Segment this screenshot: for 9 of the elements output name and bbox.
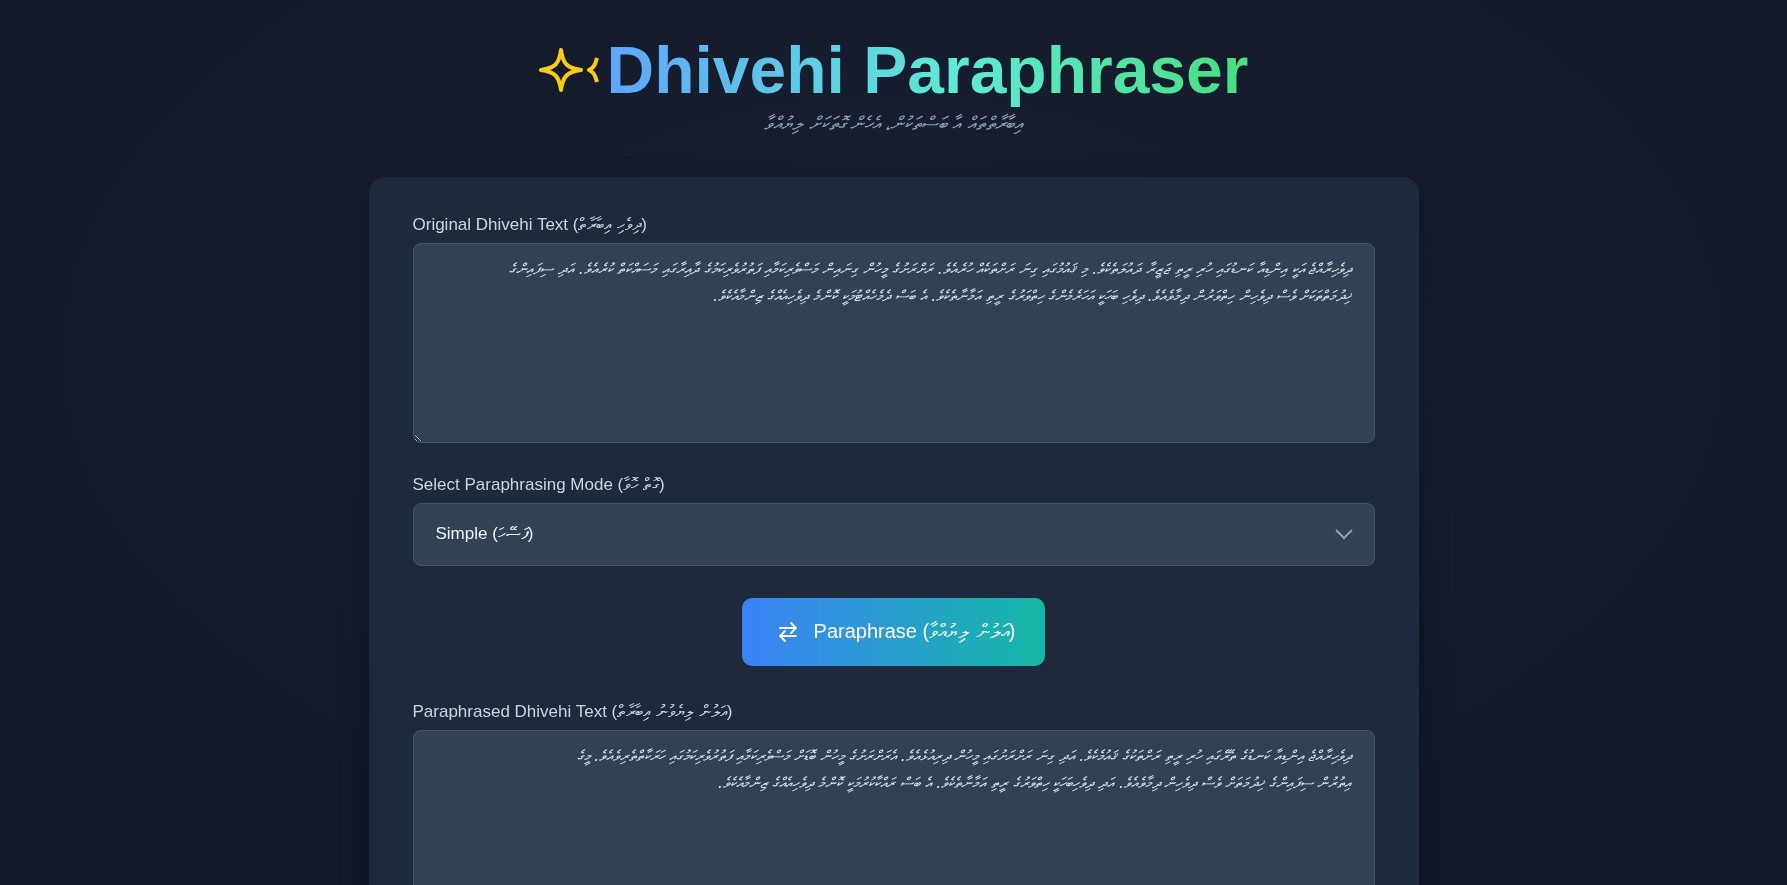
- input-label: Original Dhivehi Text (ދިވެހި އިބާރާތް): [412, 214, 647, 235]
- sparkle-icon: [538, 48, 599, 93]
- mode-dropdown[interactable]: Simple (ފަސޭހަ): [412, 502, 1375, 566]
- output-field[interactable]: ދިވެހިރާއްޖެ އިންޑިއާ ކަނޑުގެ ތެރޭގައި ހުރި ރީތި ރަށްތަކުގެ ޤައުމެކެވެ. އަދި ގިނަ ރަށްރަށުގައި މީހުން ދިރިއުޅެއެވެ. އެރަށްރަށުގެ މީހުން ބޮޑަށް މަސްވެރިކަމާއި ފަތުރުވެރިކަމުގައި ހަރަކާތްތެރިވެއެވެ. މީގެ އިތުރުން ސިފައިންގެ ޚިދުމަތަށް ވެސް ދިވެހިން ދިމާވެއެވެ. އަދި ދިވެހިބަހަކީ ހިތްވަރުގެ ރީތި އަމާނާތެކެވެ. އެ ބަސް ރައްކާކުރުމަކީ ކޮންމެ ދިވެހިއެއްގެ ޒިންމާއެކެވެ.: [412, 729, 1375, 885]
- input-field[interactable]: ދިވެހިރާއްޖެ އަކީ އިންޑިއާ ކަނޑުގައި ހުރި ރީތި ޖަޒީރާ ދައުލަތެކެވެ. މި ޤައުމުގައި ގިނަ ރަށްތަކެއް ހުރެއެވެ. ރަށްރަށުގެ މީހުން ގިނައިން މަސްވެރިކަމާއި ފަތުރުވެރިކަމުގެ ދާއިރާގައި މަސައްކަތް ކުރެއެވެ. އަދި ސިފައިންގެ ޚިދުމަތްތަކަށް ވެސް ދިވެހިން ހިތްވަރުން ދިމާވެއެވެ. ދިވެހި ބަހަކީ އަހަރެމެންގެ ހިތްވަރުގެ ރީތި އަމާނާތެކެވެ. އެ ބަސް ދެމެހެއްޓުމަކީ ކޮންމެ ދިވެހިއެއްގެ ޒިންމާއެކެވެ.: [412, 242, 1375, 443]
- app-subtitle: އިބާރާތްތައް އާ ބަސްތަކުން، އެހެން ގޮތަކަށް ލިޔުއްވާ: [764, 112, 1023, 135]
- chevron-down-icon: [1333, 528, 1354, 541]
- output-label: Paraphrased Dhivehi Text (އަލުން ލިޔެވުނު އިބާރާތް): [412, 701, 733, 722]
- mode-label: Select Paraphrasing Mode (ގޮތް ހޮވާ): [412, 474, 665, 495]
